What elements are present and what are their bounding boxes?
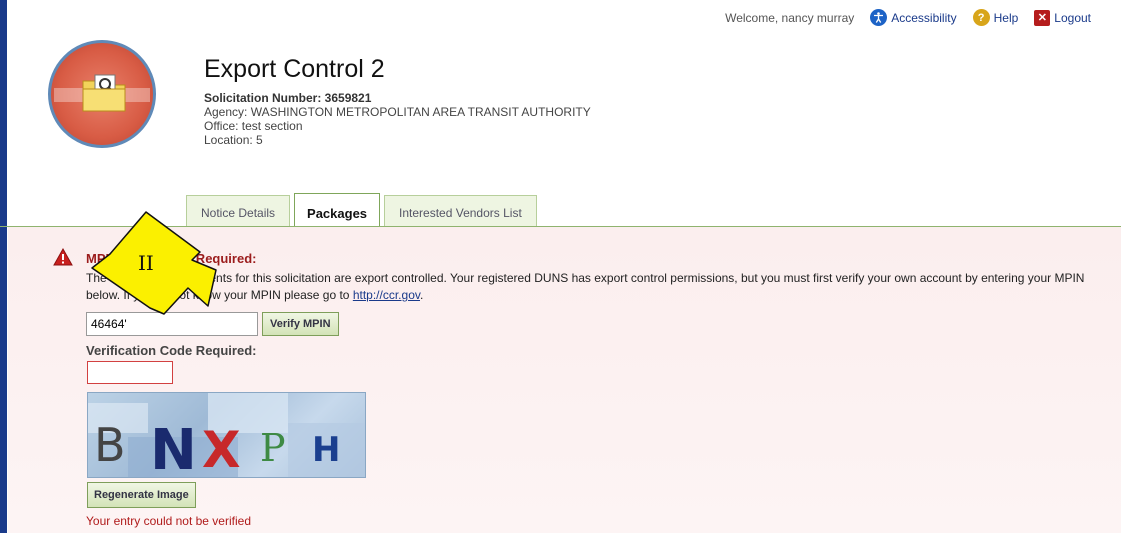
office-text: Office: test section xyxy=(204,119,303,133)
captcha-char-1: B xyxy=(94,418,126,472)
help-icon: ? xyxy=(972,9,990,26)
captcha-graphic: B N X P H xyxy=(88,393,365,477)
solicitation-meta: Solicitation Number: 3659821 Agency: WAS… xyxy=(204,91,591,147)
page-title: Export Control 2 xyxy=(204,55,385,83)
tab-bar: Notice Details Packages Interested Vendo… xyxy=(186,192,537,229)
verify-mpin-button[interactable]: Verify MPIN xyxy=(262,312,339,336)
notice-message: The Solicitation Documents for this soli… xyxy=(86,270,1096,304)
tab-packages[interactable]: Packages xyxy=(294,193,381,229)
callout-arrow: II xyxy=(91,211,217,315)
warning-icon xyxy=(53,248,73,266)
logout-link[interactable]: ✕ Logout xyxy=(1034,9,1091,26)
verification-code-input[interactable] xyxy=(87,361,173,384)
accessibility-link[interactable]: Accessibility xyxy=(870,9,957,26)
notice-logo xyxy=(48,40,156,148)
captcha-image: B N X P H xyxy=(87,392,366,478)
location-text: Location: 5 xyxy=(204,133,263,147)
tab-interested-vendors[interactable]: Interested Vendors List xyxy=(384,195,537,228)
error-message: Your entry could not be verified xyxy=(86,514,251,528)
logout-icon: ✕ xyxy=(1034,9,1051,26)
logout-label: Logout xyxy=(1054,10,1091,25)
help-label: Help xyxy=(993,10,1019,25)
solicitation-number: Solicitation Number: 3659821 xyxy=(204,91,372,105)
notice-message-text: The Solicitation Documents for this soli… xyxy=(86,271,1085,302)
welcome-text: Welcome, nancy murray xyxy=(725,10,855,25)
help-link[interactable]: ? Help xyxy=(972,9,1019,26)
accessibility-label: Accessibility xyxy=(891,10,957,25)
captcha-char-2: N xyxy=(150,418,197,477)
accessibility-icon xyxy=(870,9,888,26)
top-user-bar: Welcome, nancy murray Accessibility ? He… xyxy=(725,9,1091,26)
callout-label: II xyxy=(138,251,154,275)
verification-code-label: Verification Code Required: xyxy=(86,343,257,358)
captcha-char-5: H xyxy=(312,430,340,470)
notice-message-end: . xyxy=(419,288,424,302)
captcha-char-3: X xyxy=(202,421,241,477)
regenerate-image-button[interactable]: Regenerate Image xyxy=(87,482,196,508)
agency-text: Agency: WASHINGTON METROPOLITAN AREA TRA… xyxy=(204,105,591,119)
left-edge-bar xyxy=(0,0,7,533)
ccr-link[interactable]: http://ccr.gov xyxy=(353,288,420,302)
folder-search-icon xyxy=(82,74,126,112)
captcha-char-4: P xyxy=(260,426,286,470)
